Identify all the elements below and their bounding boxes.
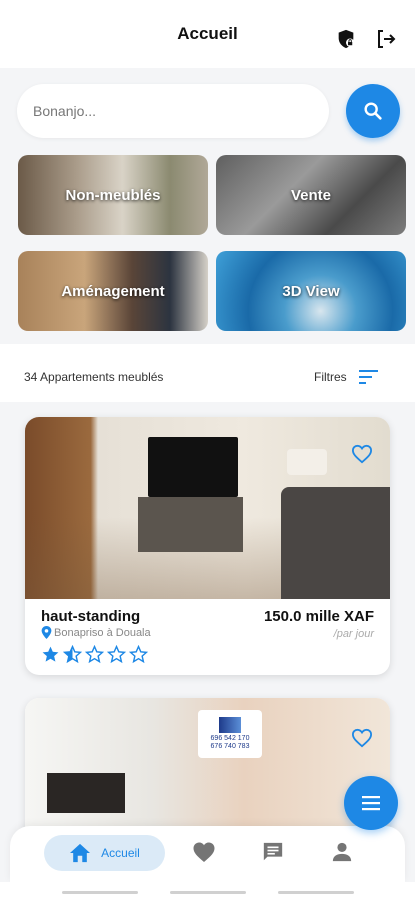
category-amenagement[interactable]: Aménagement [18, 251, 208, 331]
heart-icon[interactable] [192, 841, 216, 863]
category-vente[interactable]: Vente [216, 155, 406, 235]
filter-label: Filtres [314, 370, 347, 384]
listing-photo [25, 417, 390, 599]
location-pin-icon [41, 626, 52, 639]
rating-stars [41, 645, 374, 664]
star-empty-icon [107, 645, 126, 664]
logo-phone: 676 740 783 [210, 743, 250, 750]
system-handle [62, 891, 138, 894]
bottom-nav: Accueil [10, 826, 405, 882]
menu-fab-button[interactable] [344, 776, 398, 830]
category-label: Vente [290, 186, 332, 204]
photo-detail [148, 437, 238, 497]
page-title: Accueil [177, 24, 238, 43]
photo-detail [287, 449, 327, 475]
star-half-icon [63, 645, 82, 664]
category-3d-view[interactable]: 3D View [216, 251, 406, 331]
sort-icon [358, 370, 378, 384]
results-count: 34 Appartements meublés [24, 370, 164, 384]
profile-icon[interactable] [331, 841, 353, 863]
search-icon [364, 102, 382, 120]
search-input[interactable] [33, 103, 329, 119]
search-button[interactable] [346, 84, 400, 138]
menu-icon [362, 796, 380, 811]
shield-lock-icon[interactable] [333, 26, 359, 52]
favorite-heart-icon[interactable] [351, 728, 373, 748]
app-bar: Accueil [0, 0, 415, 68]
nav-home-label: Accueil [101, 846, 140, 860]
logo-mark [219, 717, 241, 733]
home-icon [70, 843, 91, 863]
star-empty-icon [85, 645, 104, 664]
photo-detail [281, 487, 390, 599]
filter-button[interactable]: Filtres [314, 369, 379, 385]
listing-info: haut-standing 150.0 mille XAF Bonapriso … [25, 599, 390, 664]
logout-icon[interactable] [373, 26, 399, 52]
system-handle [170, 891, 246, 894]
system-nav-bar [0, 882, 415, 900]
category-label: Aménagement [61, 282, 165, 300]
location-text: Bonapriso à Douala [54, 626, 151, 639]
search-box [17, 84, 329, 138]
star-empty-icon [129, 645, 148, 664]
favorite-heart-icon[interactable] [351, 444, 373, 464]
photo-detail [138, 497, 243, 552]
photo-detail [47, 773, 125, 813]
category-non-meubles[interactable]: Non-meublés [18, 155, 208, 235]
category-label: Non-meublés [65, 186, 161, 204]
system-handle [278, 891, 354, 894]
listing-card[interactable]: haut-standing 150.0 mille XAF Bonapriso … [25, 417, 390, 675]
logo-phone: 696 542 170 [210, 735, 250, 742]
agency-logo: 696 542 170 676 740 783 [198, 710, 262, 758]
nav-home[interactable]: Accueil [44, 835, 165, 871]
price-period: /par jour [333, 628, 374, 640]
category-label: 3D View [282, 282, 340, 300]
listing-price: 150.0 mille XAF [263, 608, 374, 625]
results-bar: 34 Appartements meublés Filtres [0, 350, 415, 402]
star-full-icon [42, 646, 59, 662]
messages-icon[interactable] [262, 841, 284, 863]
listing-location: Bonapriso à Douala [41, 626, 374, 639]
